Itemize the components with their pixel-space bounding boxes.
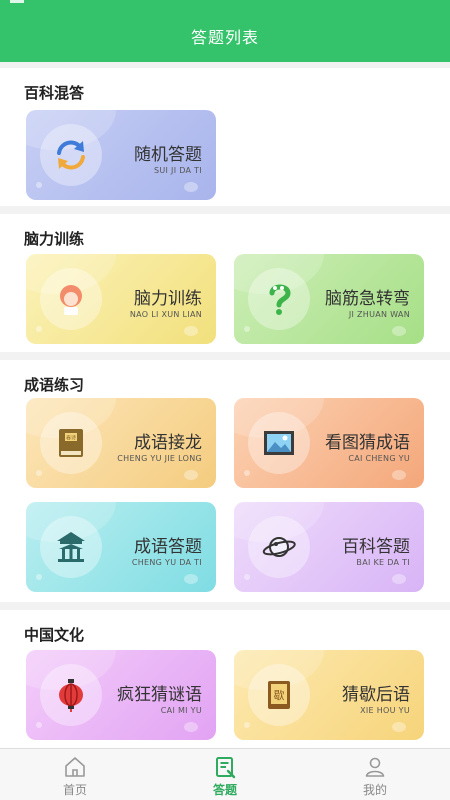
planet-icon bbox=[248, 516, 310, 578]
user-icon bbox=[365, 757, 385, 777]
section-title: 成语练习 bbox=[24, 376, 85, 394]
card-pinyin: CHENG YU JIE LONG bbox=[117, 454, 202, 463]
section-chinese-culture: 中国文化 疯狂猜谜语 CAI MI YU 歇 猜歇后语 XIE HOU YU bbox=[0, 610, 450, 748]
tab-quiz[interactable]: 答题 bbox=[150, 749, 300, 800]
card-pinyin: BAI KE DA TI bbox=[356, 558, 410, 567]
card-random-quiz[interactable]: 随机答题 SUI JI DA TI bbox=[26, 110, 216, 200]
card-pinyin: CAI CHENG YU bbox=[348, 454, 410, 463]
tab-label: 答题 bbox=[212, 783, 237, 797]
card-title: 看图猜成语 bbox=[325, 433, 410, 453]
pavilion-icon bbox=[40, 516, 102, 578]
card-pinyin: NAO LI XUN LIAN bbox=[129, 310, 202, 319]
question-snake-icon bbox=[248, 268, 310, 330]
lantern-icon bbox=[40, 664, 102, 726]
tab-home[interactable]: 首页 bbox=[0, 749, 150, 800]
card-title: 百科答题 bbox=[342, 537, 410, 557]
card-title: 成语答题 bbox=[134, 537, 202, 557]
card-title: 成语接龙 bbox=[134, 433, 202, 453]
tab-mine[interactable]: 我的 bbox=[300, 749, 450, 800]
card-title: 随机答题 bbox=[134, 145, 202, 165]
card-pinyin: XIE HOU YU bbox=[360, 706, 410, 715]
book-icon: 春诗 bbox=[40, 412, 102, 474]
page-title: 答题列表 bbox=[190, 28, 259, 47]
xie-book-icon: 歇 bbox=[248, 664, 310, 726]
picture-icon bbox=[248, 412, 310, 474]
card-brain-training[interactable]: 脑力训练 NAO LI XUN LIAN bbox=[26, 254, 216, 344]
tab-label: 我的 bbox=[362, 783, 387, 797]
card-idiom-chain[interactable]: 春诗 成语接龙 CHENG YU JIE LONG bbox=[26, 398, 216, 488]
card-xiehouyu[interactable]: 歇 猜歇后语 XIE HOU YU bbox=[234, 650, 424, 740]
card-picture-idiom[interactable]: 看图猜成语 CAI CHENG YU bbox=[234, 398, 424, 488]
home-icon bbox=[65, 757, 85, 777]
card-title: 脑力训练 bbox=[134, 289, 202, 309]
card-idiom-quiz[interactable]: 成语答题 CHENG YU DA TI bbox=[26, 502, 216, 592]
refresh-icon bbox=[40, 124, 102, 186]
card-pinyin: CHENG YU DA TI bbox=[131, 558, 202, 567]
tab-label: 首页 bbox=[62, 783, 87, 797]
section-title: 中国文化 bbox=[24, 626, 85, 644]
card-pinyin: SUI JI DA TI bbox=[154, 166, 202, 175]
book-glyph: 春诗 bbox=[66, 435, 76, 442]
section-brain-training: 脑力训练 脑力训练 NAO LI XUN LIAN 脑筋急转弯 JI ZHUAN… bbox=[0, 214, 450, 352]
quiz-list[interactable]: 百科混答 随机答题 SUI JI DA TI 脑力训练 脑力训练 NAO LI … bbox=[0, 62, 450, 748]
xie-glyph: 歇 bbox=[274, 689, 285, 702]
card-riddles[interactable]: 疯狂猜谜语 CAI MI YU bbox=[26, 650, 216, 740]
app-header: 答题列表 bbox=[0, 0, 450, 62]
bottom-tab-bar: 首页 答题 我的 bbox=[0, 748, 450, 800]
section-title: 百科混答 bbox=[24, 84, 85, 102]
card-brain-teaser[interactable]: 脑筋急转弯 JI ZHUAN WAN bbox=[234, 254, 424, 344]
girl-avatar-icon bbox=[40, 268, 102, 330]
section-idiom-practice: 成语练习 春诗 成语接龙 CHENG YU JIE LONG 看图猜成语 CAI… bbox=[0, 360, 450, 602]
card-title: 疯狂猜谜语 bbox=[117, 685, 202, 705]
quiz-icon bbox=[216, 757, 236, 779]
section-encyclopedia: 百科混答 随机答题 SUI JI DA TI bbox=[0, 68, 450, 206]
card-pinyin: JI ZHUAN WAN bbox=[348, 310, 410, 319]
status-tick bbox=[10, 0, 24, 3]
card-title: 脑筋急转弯 bbox=[325, 289, 410, 309]
card-pinyin: CAI MI YU bbox=[160, 706, 202, 715]
card-title: 猜歇后语 bbox=[342, 685, 410, 705]
section-title: 脑力训练 bbox=[24, 230, 85, 248]
card-encyclopedia-quiz[interactable]: 百科答题 BAI KE DA TI bbox=[234, 502, 424, 592]
